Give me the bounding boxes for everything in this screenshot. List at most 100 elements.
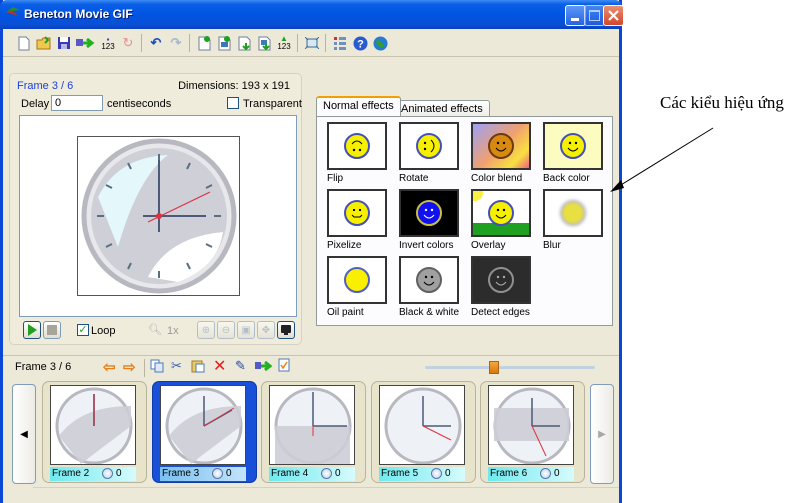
frame-slider-track[interactable] <box>425 366 595 369</box>
minimize-button[interactable] <box>565 5 586 26</box>
open-folder-icon[interactable] <box>35 34 53 52</box>
export-icon[interactable] <box>75 34 97 52</box>
import-frame-icon[interactable] <box>235 34 253 52</box>
import-images-icon[interactable] <box>255 34 273 52</box>
frame-label: Frame 5 <box>381 468 419 479</box>
effect-rotate[interactable]: Rotate <box>399 122 461 184</box>
arrow-right-icon: ▶ <box>598 428 606 440</box>
title-bar[interactable]: Beneton Movie GIF <box>0 0 624 29</box>
undo-icon[interactable]: ↶ <box>147 34 165 52</box>
zoom-level-label: 1x <box>167 325 179 337</box>
close-button[interactable] <box>603 5 624 26</box>
arrow-left-icon: ◀ <box>20 428 28 440</box>
window-title: Beneton Movie GIF <box>24 7 133 21</box>
zoom-in-icon: ⊕ <box>201 324 211 336</box>
zoom-out-button[interactable]: ⊖ <box>217 321 235 339</box>
paste-icon[interactable] <box>191 359 205 376</box>
frame-thumbnail[interactable]: Frame 5 0 <box>371 381 476 483</box>
resize-icon[interactable] <box>303 34 321 52</box>
effect-color-blend[interactable]: Color blend <box>471 122 533 184</box>
maximize-button[interactable] <box>584 5 605 26</box>
scroll-right-button[interactable]: ▶ <box>590 384 614 484</box>
effect-blur[interactable]: Blur <box>543 189 605 251</box>
new-file-icon[interactable] <box>15 34 33 52</box>
status-bar <box>33 487 619 503</box>
frame-label: Frame 6 <box>490 468 528 479</box>
timer-icon <box>102 468 113 479</box>
web-icon[interactable] <box>371 34 389 52</box>
frame-slider-thumb[interactable] <box>489 361 499 374</box>
cut-icon[interactable]: ✂ <box>171 358 182 374</box>
copy-icon[interactable] <box>150 359 164 376</box>
save-numbered-icon[interactable]: ▪ 123 <box>99 34 117 52</box>
tab-normal-effects[interactable]: Normal effects <box>316 96 401 116</box>
effect-invert-colors[interactable]: Invert colors <box>399 189 461 251</box>
annotation-arrow <box>610 127 714 192</box>
toolbar-separator <box>144 359 145 377</box>
loop-label: Loop <box>91 325 116 337</box>
app-window: Beneton Movie GIF ▪ 123 ↻ ↶ ↷ ▲ 123 ? Fram… <box>0 0 624 503</box>
svg-text:?: ? <box>357 38 364 50</box>
effect-detect-edges[interactable]: Detect edges <box>471 256 533 318</box>
insert-frame-icon[interactable] <box>215 34 233 52</box>
move-right-icon[interactable]: ⇨ <box>123 358 136 376</box>
delay-label: Delay <box>21 98 50 110</box>
toolbar-separator <box>189 34 190 52</box>
fullscreen-button[interactable] <box>277 321 295 339</box>
frame-position-label: Frame 3 / 6 <box>15 361 72 373</box>
frame-delay: 0 <box>554 468 560 479</box>
frame-thumbnail[interactable]: Frame 2 0 <box>42 381 147 483</box>
export-frame-icon[interactable] <box>254 359 274 376</box>
timer-icon <box>431 468 442 479</box>
dimensions-label: Dimensions: 193 x 191 <box>178 80 290 92</box>
delay-unit-label: centiseconds <box>107 98 172 110</box>
effect-pixelize[interactable]: Pixelize <box>327 189 389 251</box>
frame-image <box>269 385 355 465</box>
frame-thumbnail[interactable]: Frame 4 0 <box>261 381 366 483</box>
delay-input[interactable] <box>51 95 103 111</box>
scroll-left-button[interactable]: ◀ <box>12 384 36 484</box>
effect-flip[interactable]: Flip <box>327 122 389 184</box>
delete-icon[interactable]: ✕ <box>213 356 226 376</box>
transparent-checkbox[interactable] <box>227 97 239 109</box>
annotation-text: Các kiểu hiệu ứng <box>660 93 784 112</box>
zoom-in-button[interactable]: ⊕ <box>197 321 215 339</box>
save-icon[interactable] <box>55 34 73 52</box>
center-icon: ✥ <box>261 324 271 336</box>
frame-thumbnail[interactable]: Frame 3 0 <box>152 381 257 483</box>
effect-black-white[interactable]: Black & white <box>399 256 461 318</box>
frame-thumbnail[interactable]: Frame 6 0 <box>480 381 585 483</box>
frame-properties-icon[interactable] <box>278 358 290 375</box>
frame-preview-image <box>77 136 240 296</box>
properties-icon[interactable] <box>331 34 349 52</box>
app-logo-icon <box>6 7 20 16</box>
frame-delay: 0 <box>335 468 341 479</box>
fit-button[interactable]: ▣ <box>237 321 255 339</box>
frame-label: Frame 3 <box>162 468 200 479</box>
frame-image <box>488 385 574 465</box>
frame-delay: 0 <box>226 468 232 479</box>
effect-overlay[interactable]: Overlay <box>471 189 533 251</box>
center-button[interactable]: ✥ <box>257 321 275 339</box>
loop-refresh-icon[interactable]: ↻ <box>119 34 137 52</box>
frame-delay: 0 <box>116 468 122 479</box>
redo-icon[interactable]: ↷ <box>167 34 185 52</box>
stop-button[interactable] <box>43 321 61 339</box>
play-button[interactable] <box>23 321 41 339</box>
transparent-label: Transparent <box>243 98 302 110</box>
fit-icon: ▣ <box>241 324 251 336</box>
loop-checkbox[interactable]: ✓ <box>77 324 89 336</box>
effect-back-color[interactable]: Back color <box>543 122 605 184</box>
import-numbered-icon[interactable]: ▲ 123 <box>275 34 293 52</box>
effect-oil-paint[interactable]: Oil paint <box>327 256 389 318</box>
monitor-icon <box>281 325 291 335</box>
frame-image <box>160 385 246 465</box>
main-toolbar: ▪ 123 ↻ ↶ ↷ ▲ 123 ? <box>3 29 619 57</box>
effects-panel: Flip Rotate Color blend Back color Pixel… <box>316 116 613 326</box>
help-icon[interactable]: ? <box>351 34 369 52</box>
edit-pencil-icon[interactable]: ✎ <box>235 358 246 374</box>
timer-icon <box>321 468 332 479</box>
add-frame-icon[interactable] <box>195 34 213 52</box>
toolbar-separator <box>141 34 142 52</box>
move-left-icon[interactable]: ⇦ <box>103 358 116 376</box>
